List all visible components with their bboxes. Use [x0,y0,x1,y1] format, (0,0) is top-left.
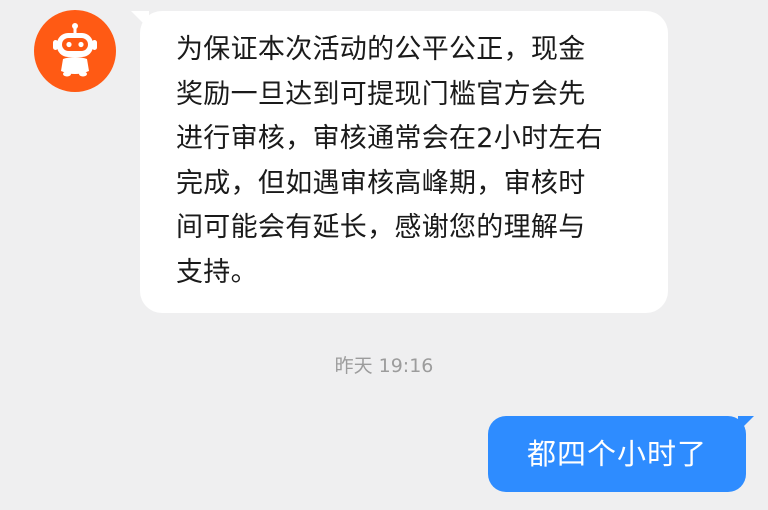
robot-icon [53,23,97,77]
bot-avatar[interactable] [34,10,116,92]
chat-conversation: 为保证本次活动的公平公正，现金 奖励一旦达到可提现门槛官方会先 进行审核，审核通… [0,0,768,510]
incoming-message-bubble[interactable]: 为保证本次活动的公平公正，现金 奖励一旦达到可提现门槛官方会先 进行审核，审核通… [131,11,668,313]
message-timestamp: 昨天 19:16 [334,355,434,377]
outgoing-message-bubble[interactable]: 都四个小时了 [488,416,754,492]
outgoing-message-text: 都四个小时了 [526,437,707,471]
incoming-message-text: 为保证本次活动的公平公正，现金 奖励一旦达到可提现门槛官方会先 进行审核，审核通… [176,34,603,288]
